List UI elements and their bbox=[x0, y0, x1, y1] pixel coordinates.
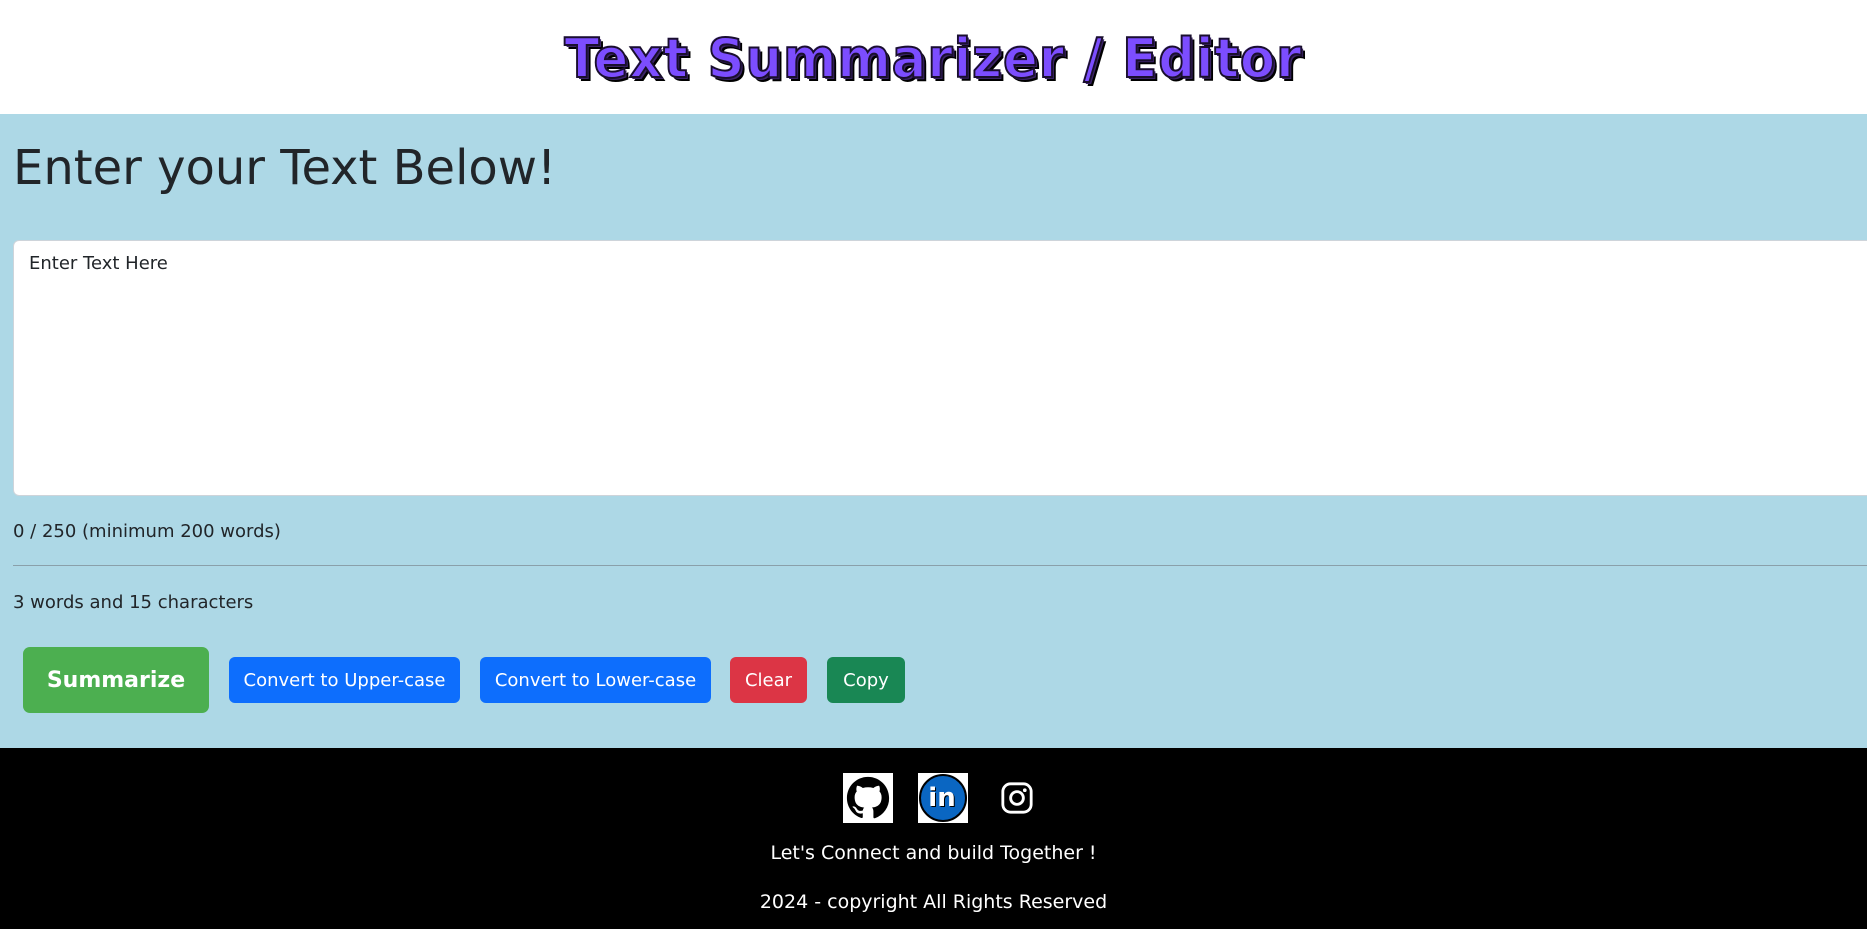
divider bbox=[13, 565, 1867, 566]
editor-section: Enter your Text Below! 0 / 250 (minimum … bbox=[0, 114, 1867, 748]
page-title: Enter your Text Below! bbox=[13, 140, 557, 196]
site-footer: in in Let's Connect and build Together !… bbox=[0, 748, 1867, 929]
instagram-link[interactable] bbox=[992, 773, 1042, 823]
svg-text:in: in bbox=[928, 783, 955, 813]
footer-copyright: 2024 - copyright All Rights Reserved bbox=[759, 891, 1108, 913]
summarize-button[interactable]: Summarize bbox=[23, 647, 209, 713]
github-icon bbox=[846, 776, 890, 819]
text-input[interactable] bbox=[13, 240, 1867, 496]
word-limit-text: 0 / 250 (minimum 200 words) bbox=[13, 521, 281, 542]
footer-tagline: Let's Connect and build Together ! bbox=[770, 842, 1097, 864]
instagram-icon bbox=[1001, 782, 1033, 814]
linkedin-link[interactable]: in in bbox=[918, 773, 968, 823]
copy-button[interactable]: Copy bbox=[827, 657, 905, 703]
linkedin-icon: in in bbox=[919, 774, 967, 822]
site-logo: Text Summarizer / Editor bbox=[564, 26, 1303, 91]
clear-button[interactable]: Clear bbox=[730, 657, 807, 703]
github-link[interactable] bbox=[843, 773, 893, 823]
uppercase-button[interactable]: Convert to Upper-case bbox=[229, 657, 460, 703]
site-header: Text Summarizer / Editor bbox=[0, 0, 1867, 114]
lowercase-button[interactable]: Convert to Lower-case bbox=[480, 657, 711, 703]
text-stats: 3 words and 15 characters bbox=[13, 592, 254, 613]
